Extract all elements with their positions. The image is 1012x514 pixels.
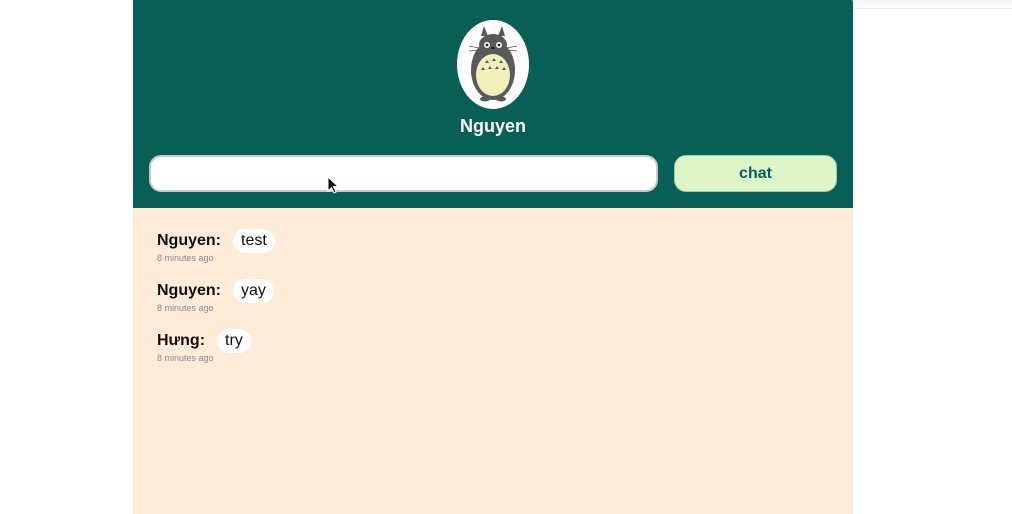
mouse-cursor-icon	[327, 176, 339, 194]
chat-app: Nguyen chat Nguyen: test 8 minutes ago N…	[133, 0, 853, 514]
message-bubble: try	[217, 329, 251, 353]
profile-header: Nguyen chat	[133, 0, 853, 208]
message-input[interactable]	[149, 155, 658, 192]
message-list: Nguyen: test 8 minutes ago Nguyen: yay 8…	[157, 229, 837, 379]
message-item: Nguyen: yay 8 minutes ago	[157, 279, 837, 329]
message-item: Nguyen: test 8 minutes ago	[157, 229, 837, 279]
message-sender: Nguyen:	[157, 232, 221, 249]
message-timestamp: 8 minutes ago	[157, 253, 214, 263]
profile-name: Nguyen	[459, 116, 526, 136]
totoro-avatar-icon	[457, 20, 529, 109]
chat-send-button[interactable]: chat	[674, 155, 837, 192]
message-bubble: test	[233, 229, 275, 253]
message-sender: Nguyen:	[157, 282, 221, 299]
message-timestamp: 8 minutes ago	[157, 303, 214, 313]
message-item: Hưng: try 8 minutes ago	[157, 329, 837, 379]
browser-chrome-edge	[853, 0, 1012, 9]
message-bubble: yay	[233, 279, 274, 303]
message-timestamp: 8 minutes ago	[157, 353, 214, 363]
message-sender: Hưng:	[157, 332, 206, 349]
